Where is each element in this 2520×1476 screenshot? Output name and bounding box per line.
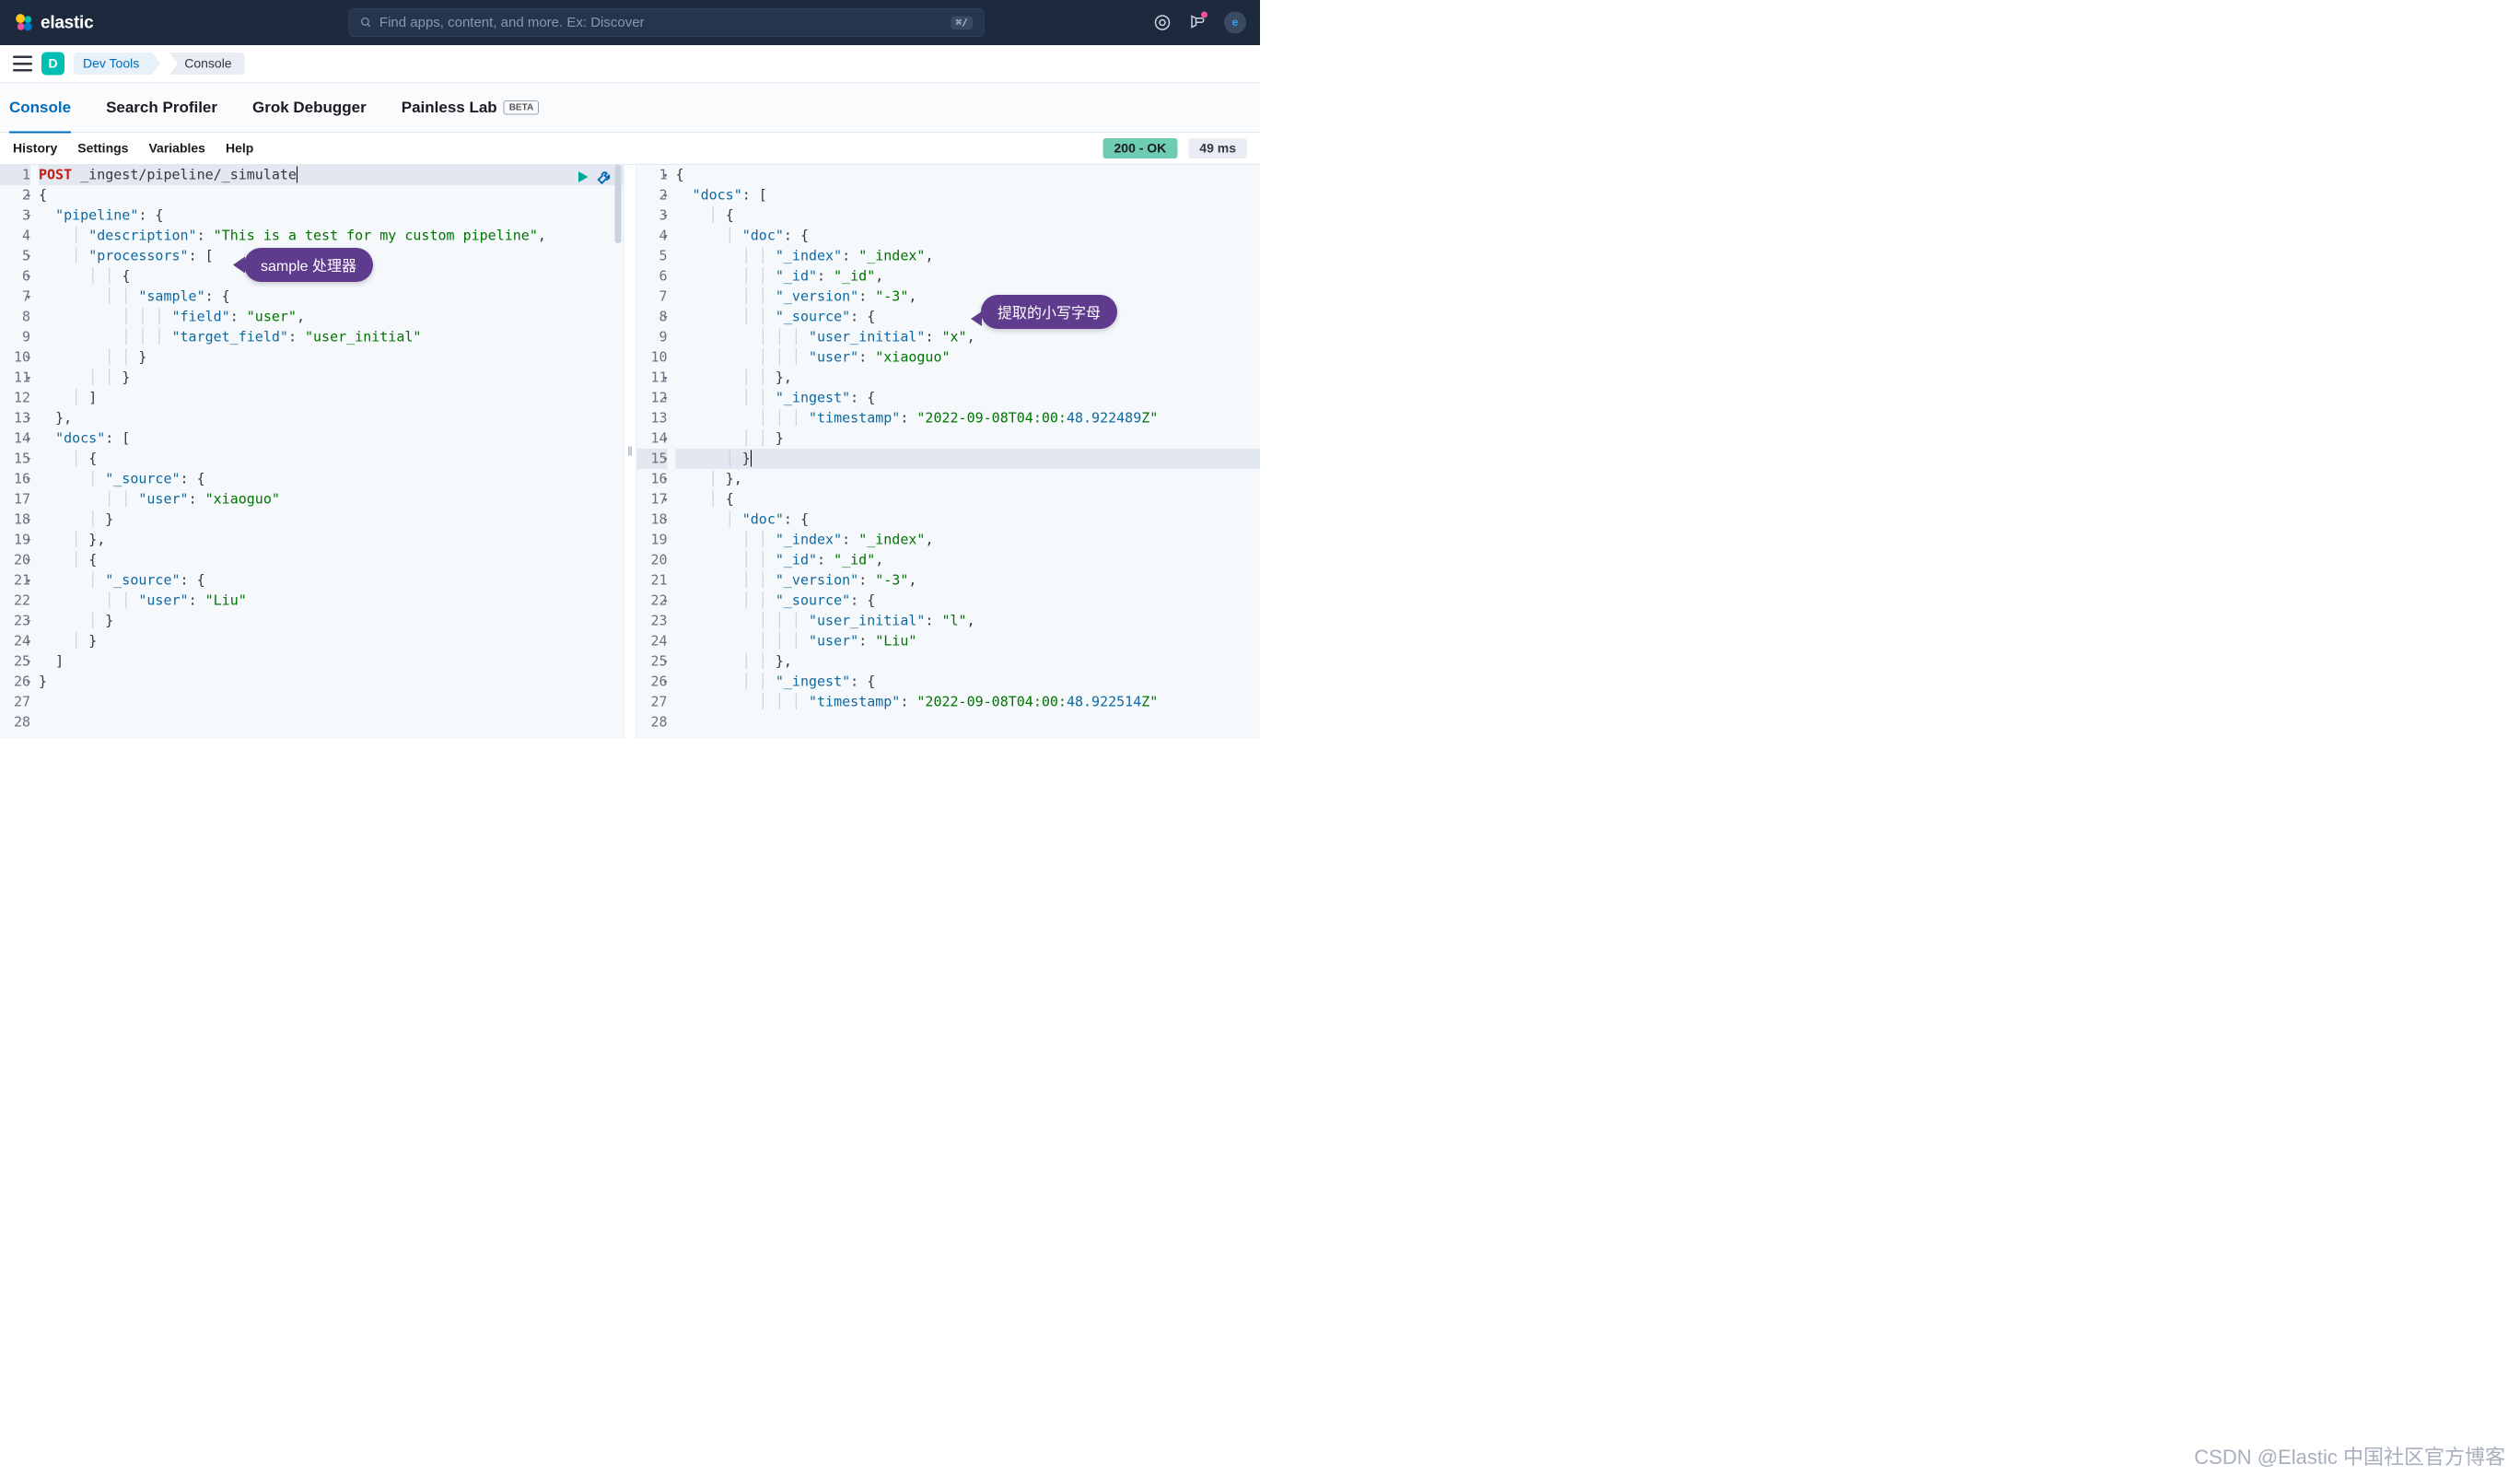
elastic-logo-icon (14, 13, 34, 33)
request-gutter: 12▾3▾45▾6▾7▾8910▾11▾1213▾14▾15▾16▾1718▾1… (0, 165, 37, 738)
nav-toggle-icon[interactable] (13, 56, 32, 72)
tab-grok-debugger[interactable]: Grok Debugger (252, 83, 367, 133)
watermark: CSDN @Elastic 中国社区官方博客 (2194, 1441, 2505, 1470)
annotation-lowercase-extract: 提取的小写字母 (981, 295, 1117, 329)
run-request-icon[interactable] (575, 169, 591, 185)
request-pane[interactable]: 12▾3▾45▾6▾7▾8910▾11▾1213▾14▾15▾16▾1718▾1… (0, 165, 624, 738)
response-time: 49 ms (1188, 138, 1247, 158)
global-header: elastic ⌘/ e (0, 0, 1260, 45)
news-icon[interactable] (1189, 13, 1206, 32)
search-input[interactable] (379, 15, 944, 30)
brand-name: elastic (41, 13, 93, 33)
tab-console[interactable]: Console (9, 83, 71, 133)
global-search[interactable]: ⌘/ (348, 8, 984, 37)
subtab-settings[interactable]: Settings (77, 141, 128, 156)
console-subtabs: History Settings Variables Help 200 - OK… (0, 133, 1260, 165)
tab-search-profiler[interactable]: Search Profiler (106, 83, 217, 133)
app-tabs: Console Search Profiler Grok Debugger Pa… (0, 83, 1260, 133)
tab-painless-lab[interactable]: Painless Lab BETA (402, 83, 539, 133)
request-options-icon[interactable] (597, 169, 613, 185)
breadcrumb-console[interactable]: Console (169, 53, 244, 75)
annotation-sample-processor: sample 处理器 (244, 248, 373, 282)
beta-badge: BETA (504, 100, 539, 115)
subtab-help[interactable]: Help (226, 141, 253, 156)
response-status: 200 - OK (1102, 138, 1177, 158)
search-kbd-hint: ⌘/ (951, 16, 973, 29)
notification-dot-icon (1201, 11, 1208, 18)
subtab-history[interactable]: History (13, 141, 57, 156)
search-icon (360, 17, 372, 29)
help-icon[interactable] (1154, 15, 1171, 31)
response-pane[interactable]: 1▾2▾3▾4▾5678▾91011▾12▾1314▾15▾16▾17▾18▾1… (637, 165, 1261, 738)
response-gutter: 1▾2▾3▾4▾5678▾91011▾12▾1314▾15▾16▾17▾18▾1… (637, 165, 674, 738)
space-selector[interactable]: D (41, 53, 64, 76)
elastic-logo[interactable]: elastic (14, 13, 93, 33)
editor-area: 12▾3▾45▾6▾7▾8910▾11▾1213▾14▾15▾16▾1718▾1… (0, 165, 1260, 738)
breadcrumb-bar: D Dev Tools Console (0, 45, 1260, 83)
scrollbar[interactable] (615, 165, 622, 243)
response-viewer: { "docs": [ │ { │ "doc": { │ │ "_index":… (674, 165, 1261, 738)
splitter-handle-icon: ‖ (627, 444, 633, 459)
pane-splitter[interactable]: ‖ (624, 165, 637, 738)
user-avatar[interactable]: e (1224, 12, 1246, 34)
breadcrumb-devtools[interactable]: Dev Tools (74, 53, 152, 75)
subtab-variables[interactable]: Variables (148, 141, 204, 156)
